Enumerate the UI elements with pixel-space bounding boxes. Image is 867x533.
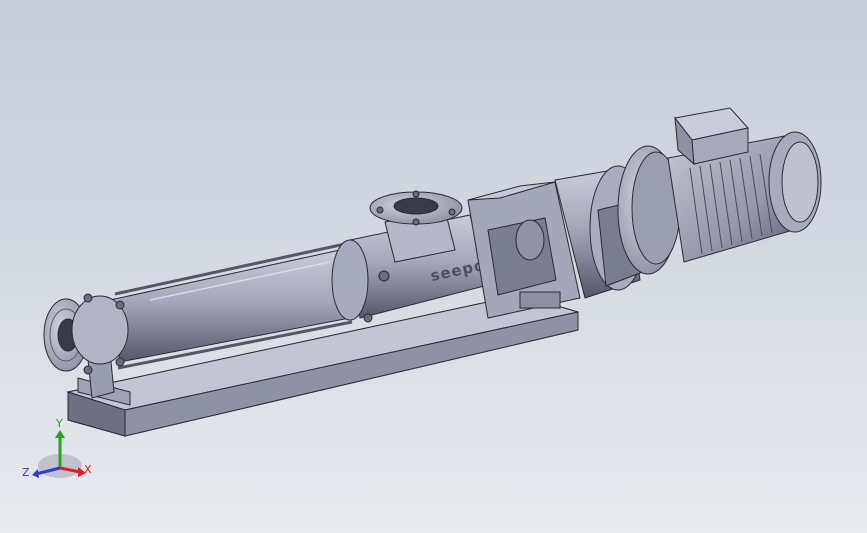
- triad-y-label: Y: [55, 417, 63, 430]
- pump-3d-model[interactable]: seepox Y X Z: [0, 0, 867, 533]
- suction-housing: [331, 190, 489, 323]
- coordinate-triad[interactable]: Y X Z: [22, 417, 92, 479]
- triad-z-label: Z: [22, 466, 30, 479]
- cad-viewport[interactable]: seepox Y X Z: [0, 0, 867, 533]
- outlet-flange: [43, 293, 129, 375]
- triad-x-label: X: [84, 463, 92, 476]
